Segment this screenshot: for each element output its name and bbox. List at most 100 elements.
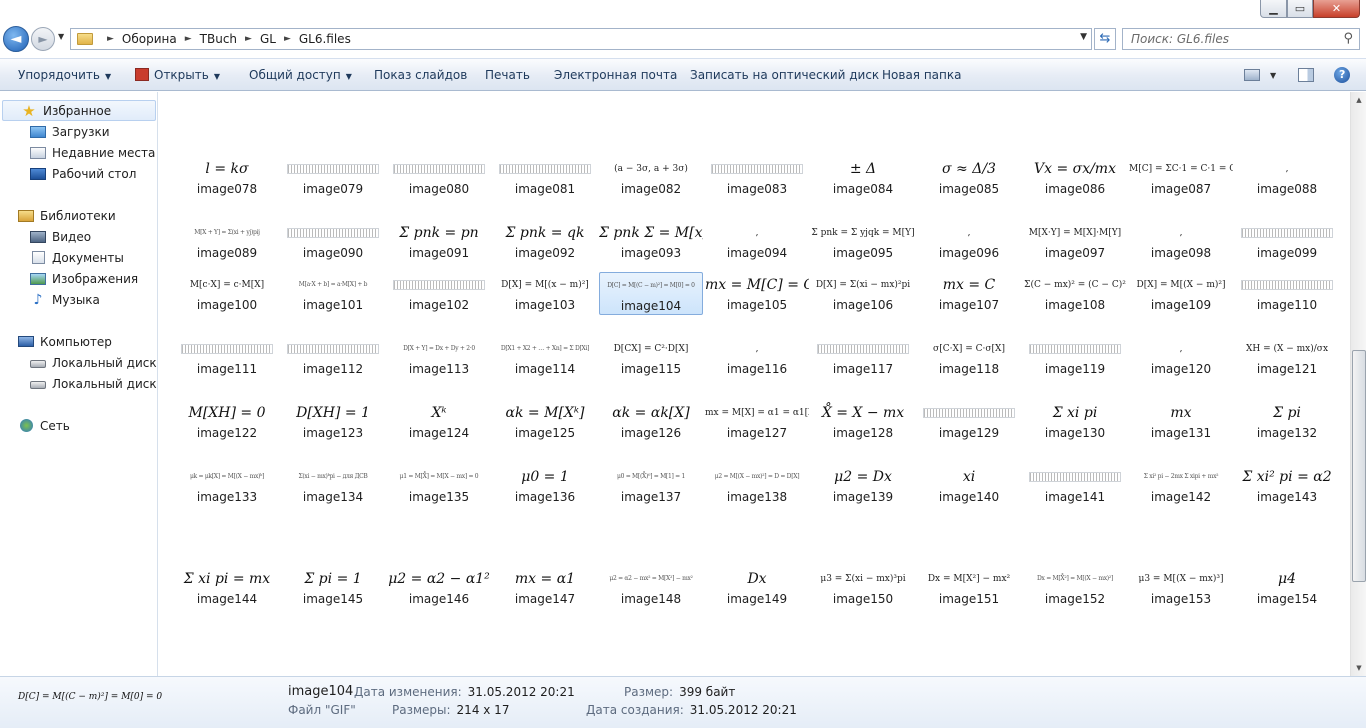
file-item[interactable]: Dx image149 xyxy=(705,566,809,607)
sidebar-item-desktop[interactable]: Рабочий стол xyxy=(0,163,157,184)
breadcrumb-separator[interactable]: ► xyxy=(245,34,252,44)
sidebar-item-network[interactable]: Сеть xyxy=(0,415,157,436)
file-item[interactable]: , image120 xyxy=(1129,336,1233,377)
file-item[interactable]: μ2 = α2 − mx² = M[X²] − mx² image148 xyxy=(599,566,703,607)
sidebar-item-favorites[interactable]: ★ Избранное xyxy=(2,100,156,121)
preview-pane-icon[interactable] xyxy=(1298,68,1315,82)
file-item[interactable]: Xᵏ image124 xyxy=(387,400,491,441)
file-item[interactable]: image090 xyxy=(281,220,385,261)
vertical-scrollbar[interactable]: ▲ ▼ xyxy=(1350,92,1366,676)
file-item[interactable]: αk = αk[X] image126 xyxy=(599,400,703,441)
open-button[interactable]: Открыть ▼ xyxy=(135,68,220,82)
email-button[interactable]: Электронная почта xyxy=(554,68,677,82)
file-item[interactable]: Σ xi² pi = α2 image143 xyxy=(1235,464,1339,505)
recent-pages-button[interactable]: ▼ xyxy=(58,32,64,41)
file-item[interactable]: D[C] = M[(C − m)²] = M[0] = 0 image104 xyxy=(599,272,703,315)
file-item[interactable]: mx = M[X] = α1 = α1[X] image127 xyxy=(705,400,809,441)
print-button[interactable]: Печать xyxy=(485,68,530,82)
sidebar-item-downloads[interactable]: Загрузки xyxy=(0,121,157,142)
file-item[interactable]: Dx = M[X̊²] = M[(X − mx)²] image152 xyxy=(1023,566,1127,607)
file-item[interactable]: mx = α1 image147 xyxy=(493,566,597,607)
file-item[interactable]: Σ pnk = qk image092 xyxy=(493,220,597,261)
file-item[interactable]: M[XH] = 0 image122 xyxy=(175,400,279,441)
back-button[interactable]: ◄ xyxy=(3,26,29,52)
new-folder-button[interactable]: Новая папка xyxy=(882,68,961,82)
file-item[interactable]: μ4 image154 xyxy=(1235,566,1339,607)
file-item[interactable]: Σ pnk Σ = M[x] image093 xyxy=(599,220,703,261)
sidebar-item-music[interactable]: ♪ Музыка xyxy=(0,289,157,310)
file-item[interactable]: image111 xyxy=(175,336,279,377)
file-item[interactable]: XH = (X − mx)/σx image121 xyxy=(1235,336,1339,377)
breadcrumb-separator[interactable]: ► xyxy=(284,34,291,44)
file-item[interactable]: Vx = σx/mx image086 xyxy=(1023,156,1127,197)
burn-button[interactable]: Записать на оптический диск xyxy=(690,68,879,82)
refresh-button[interactable]: ⇆ xyxy=(1094,28,1116,50)
file-item[interactable]: mx = C image107 xyxy=(917,272,1021,313)
file-item[interactable]: D[X1 + X2 + … + Xn] = Σ D[Xi] image114 xyxy=(493,336,597,377)
file-item[interactable]: μ2 = M[(X − mx)²] = D = D[X] image138 xyxy=(705,464,809,505)
file-item[interactable]: Σ(xi − mx)ᵏpi − для ДСВ image134 xyxy=(281,464,385,505)
breadcrumb-item-oborina[interactable]: Оборина xyxy=(122,32,177,46)
size-value[interactable]: 399 байт xyxy=(679,685,735,699)
minimize-button[interactable]: ▁ xyxy=(1260,0,1287,18)
file-item[interactable]: ± Δ image084 xyxy=(811,156,915,197)
search-input[interactable] xyxy=(1131,32,1331,46)
file-item[interactable]: image079 xyxy=(281,156,385,197)
maximize-button[interactable]: ▭ xyxy=(1287,0,1313,18)
file-item[interactable]: D[XH] = 1 image123 xyxy=(281,400,385,441)
file-item[interactable]: , image098 xyxy=(1129,220,1233,261)
file-item[interactable]: , image116 xyxy=(705,336,809,377)
file-item[interactable]: μ1 = M[X̊] = M[X − mx] = 0 image135 xyxy=(387,464,491,505)
file-item[interactable]: M[X + Y] = Σ(xi + yj)pij image089 xyxy=(175,220,279,261)
help-icon[interactable]: ? xyxy=(1334,67,1351,83)
file-item[interactable]: image119 xyxy=(1023,336,1127,377)
organize-button[interactable]: Упорядочить ▼ xyxy=(18,68,111,82)
sidebar-item-disk-c[interactable]: Локальный диск (C xyxy=(0,352,157,373)
file-item[interactable]: image112 xyxy=(281,336,385,377)
file-item[interactable]: σ ≈ Δ/3 image085 xyxy=(917,156,1021,197)
sidebar-item-recent[interactable]: Недавние места xyxy=(0,142,157,163)
file-item[interactable]: image099 xyxy=(1235,220,1339,261)
file-item[interactable]: D[X + Y] = Dx + Dy + 2·0 image113 xyxy=(387,336,491,377)
share-button[interactable]: Общий доступ ▼ xyxy=(249,68,352,82)
scroll-down-icon[interactable]: ▼ xyxy=(1351,660,1366,676)
sidebar-item-video[interactable]: Видео xyxy=(0,226,157,247)
sidebar-item-documents[interactable]: Документы xyxy=(0,247,157,268)
file-item[interactable]: mx = M[C] = C image105 xyxy=(705,272,809,313)
forward-button[interactable]: ► xyxy=(31,27,55,51)
modified-value[interactable]: 31.05.2012 20:21 xyxy=(468,685,575,699)
sidebar-item-disk-d[interactable]: Локальный диск (D xyxy=(0,373,157,394)
breadcrumb-item-gl[interactable]: GL xyxy=(260,32,276,46)
search-box[interactable]: ⚲ xyxy=(1122,28,1360,50)
file-item[interactable]: image141 xyxy=(1023,464,1127,505)
file-item[interactable]: xi image140 xyxy=(917,464,1021,505)
address-bar[interactable]: ► Оборина ► TBuch ► GL ► GL6.files ▼ xyxy=(70,28,1092,50)
slideshow-button[interactable]: Показ слайдов xyxy=(374,68,467,82)
file-item[interactable]: μ3 = M[(X − mx)³] image153 xyxy=(1129,566,1233,607)
scroll-up-icon[interactable]: ▲ xyxy=(1351,92,1366,108)
file-item[interactable]: (a − 3σ, a + 3σ) image082 xyxy=(599,156,703,197)
file-item[interactable]: D[X] = M[(x − m)²] image103 xyxy=(493,272,597,313)
file-item[interactable]: Dx = M[X²] − mx² image151 xyxy=(917,566,1021,607)
file-item[interactable]: Σ pi = 1 image145 xyxy=(281,566,385,607)
file-item[interactable]: Σ xi pi = mx image144 xyxy=(175,566,279,607)
file-item[interactable]: μk = μk[X] = M[(X − mx)ᵏ] image133 xyxy=(175,464,279,505)
view-options-dropdown-icon[interactable]: ▼ xyxy=(1270,71,1276,80)
file-item[interactable]: Σ xi² pi − 2mx Σ xipi + mx² image142 xyxy=(1129,464,1233,505)
file-item[interactable]: image081 xyxy=(493,156,597,197)
file-item[interactable]: M[a·X + b] = a·M[X] + b image101 xyxy=(281,272,385,313)
file-item[interactable]: μ0 = M[(X̊)⁰] = M[1] = 1 image137 xyxy=(599,464,703,505)
file-item[interactable]: X̊ = X − mx image128 xyxy=(811,400,915,441)
dimensions-value[interactable]: 214 x 17 xyxy=(457,703,510,717)
file-item[interactable]: D[X] = M[(X − m)²] image109 xyxy=(1129,272,1233,313)
file-item[interactable]: image110 xyxy=(1235,272,1339,313)
file-item[interactable]: σ[C·X] = C·σ[X] image118 xyxy=(917,336,1021,377)
file-item[interactable]: D[CX] = C²·D[X] image115 xyxy=(599,336,703,377)
file-item[interactable]: Σ pnk = Σ yjqk = M[Y] image095 xyxy=(811,220,915,261)
file-item[interactable]: image102 xyxy=(387,272,491,313)
file-item[interactable]: M[C] = ΣC·1 = C·1 = C image087 xyxy=(1129,156,1233,197)
address-dropdown-icon[interactable]: ▼ xyxy=(1080,32,1087,42)
file-item[interactable]: image083 xyxy=(705,156,809,197)
file-item[interactable]: αk = M[Xᵏ] image125 xyxy=(493,400,597,441)
file-item[interactable]: image117 xyxy=(811,336,915,377)
